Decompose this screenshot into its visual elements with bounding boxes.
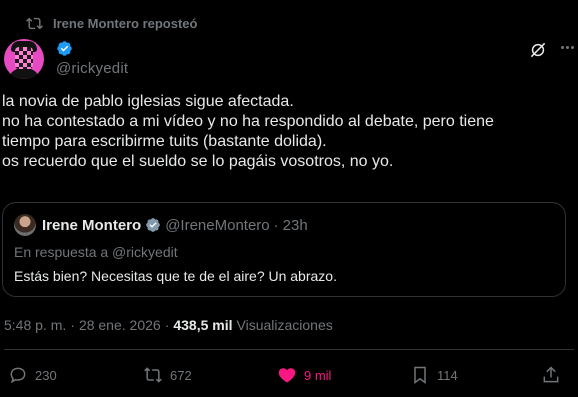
verified-icon	[146, 218, 161, 232]
like-button[interactable]: 9 mil	[277, 365, 331, 385]
tweet-line: os recuerdo que el sueldo se lo pagáis v…	[2, 153, 394, 170]
action-bar: 230 672 9 mil 114	[0, 365, 578, 389]
tweet-line: no ha contestado a mi vídeo y no ha resp…	[2, 113, 494, 130]
author-names: @rickyedit	[56, 39, 128, 77]
repost-icon	[26, 17, 43, 29]
bookmark-icon	[414, 366, 426, 384]
quote-author-name: Irene Montero	[42, 216, 142, 234]
quote-header: Irene Montero @IreneMontero · 23h	[14, 214, 308, 236]
tweet-time[interactable]: 5:48 p. m.	[4, 317, 66, 333]
reply-button[interactable]: 230	[8, 365, 57, 385]
tweet-line: la novia de pablo iglesias sigue afectad…	[2, 93, 294, 110]
reply-count: 230	[35, 367, 57, 383]
share-icon	[543, 366, 559, 383]
quote-author-handle: @IreneMontero	[165, 216, 270, 234]
divider	[4, 349, 574, 350]
quoted-tweet[interactable]: Irene Montero @IreneMontero · 23h En res…	[2, 202, 566, 297]
like-icon	[278, 368, 296, 383]
repost-label: Irene Montero reposteó	[53, 15, 198, 31]
tweet-line: tiempo para escribirme tuits (bastante d…	[2, 133, 327, 150]
bookmark-button[interactable]: 114	[410, 365, 458, 385]
meta-separator: ·	[164, 317, 170, 333]
like-count: 9 mil	[304, 367, 332, 383]
quote-time: 23h	[282, 216, 308, 234]
reply-icon	[10, 367, 26, 384]
repost-indicator[interactable]: Irene Montero reposteó	[26, 13, 197, 33]
avatar[interactable]	[4, 39, 44, 79]
quote-avatar	[14, 214, 36, 236]
quote-reply-to: En respuesta a @rickyedit	[14, 244, 178, 260]
views-label: Visualizaciones	[236, 317, 333, 333]
share-button[interactable]	[541, 365, 561, 385]
quote-separator: ·	[273, 216, 279, 234]
tweet-text: la novia de pablo iglesias sigue afectad…	[2, 92, 562, 172]
views-count: 438,5 mil	[173, 317, 233, 333]
meta-separator: ·	[70, 317, 75, 333]
verified-icon	[57, 41, 72, 56]
tweet-date[interactable]: 28 ene. 2026	[79, 317, 161, 333]
quote-text: Estás bien? Necesitas que te de el aire?…	[14, 268, 337, 284]
grok-icon[interactable]	[528, 40, 548, 60]
repost-icon	[144, 367, 162, 383]
tweet-author: @rickyedit	[4, 39, 578, 79]
bookmark-count: 114	[437, 367, 458, 383]
repost-button[interactable]: 672	[143, 365, 192, 385]
repost-count: 672	[170, 367, 192, 383]
tweet-meta: 5:48 p. m. · 28 ene. 2026 · 438,5 mil Vi…	[4, 317, 333, 333]
more-icon[interactable]	[561, 46, 574, 49]
author-handle[interactable]: @rickyedit	[56, 60, 128, 77]
